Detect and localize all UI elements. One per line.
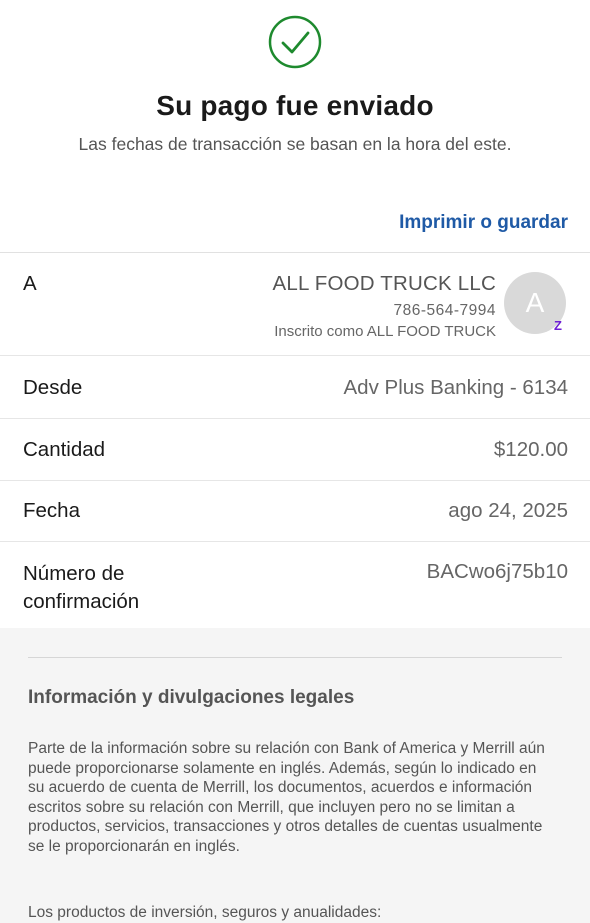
date-label: Fecha <box>23 499 80 522</box>
confirmation-header: Su pago fue enviado Las fechas de transa… <box>0 0 590 253</box>
page-title: Su pago fue enviado <box>156 90 434 121</box>
check-circle-icon <box>268 15 322 69</box>
amount-label: Cantidad <box>23 438 106 461</box>
payee-name: ALL FOOD TRUCK LLC <box>272 272 496 295</box>
detail-row-date: Fecha ago 24, 2025 <box>0 481 590 542</box>
legal-title: Información y divulgaciones legales <box>28 687 355 708</box>
from-value: Adv Plus Banking - 6134 <box>343 376 569 399</box>
from-label: Desde <box>23 376 83 399</box>
amount-value: $120.00 <box>493 438 568 461</box>
legal-paragraph: Los productos de inversión, seguros y an… <box>28 904 382 921</box>
detail-row-confirmation: Número de confirmación BACwo6j75b10 <box>0 542 590 631</box>
payee-phone: 786-564-7994 <box>393 302 496 319</box>
detail-row-from: Desde Adv Plus Banking - 6134 <box>0 356 590 419</box>
confirmation-label: Número de confirmación <box>23 562 140 613</box>
zelle-icon: Z <box>554 318 562 333</box>
payee-enrolled-as: Inscrito como ALL FOOD TRUCK <box>274 323 496 340</box>
legal-paragraph: Parte de la información sobre su relació… <box>28 740 545 855</box>
date-value: ago 24, 2025 <box>448 499 568 522</box>
legal-disclosures: Información y divulgaciones legales Part… <box>0 628 590 923</box>
timezone-note: Las fechas de transacción se basan en la… <box>78 134 512 154</box>
payment-details: A ALL FOOD TRUCK LLC 786-564-7994 Inscri… <box>0 253 590 631</box>
detail-row-amount: Cantidad $120.00 <box>0 419 590 481</box>
detail-row-to: A ALL FOOD TRUCK LLC 786-564-7994 Inscri… <box>0 253 590 356</box>
print-or-save-link[interactable]: Imprimir o guardar <box>399 212 568 234</box>
payee-info: ALL FOOD TRUCK LLC 786-564-7994 Inscrito… <box>273 272 496 340</box>
to-label: A <box>23 272 37 295</box>
confirmation-number: BACwo6j75b10 <box>426 560 568 583</box>
divider <box>28 657 562 658</box>
